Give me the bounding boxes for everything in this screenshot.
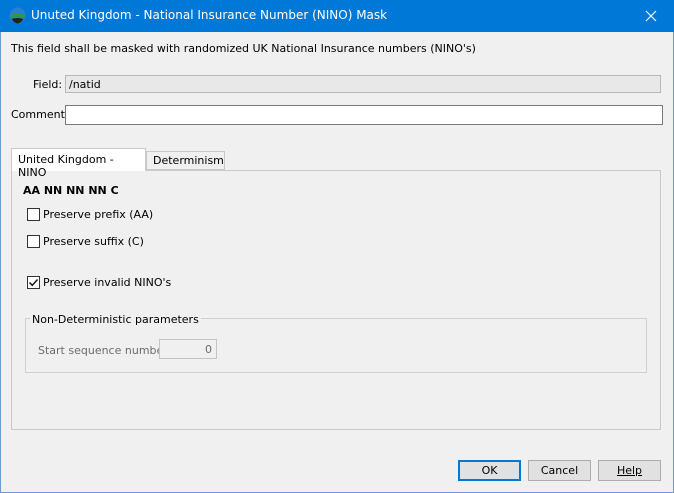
mask-description: This field shall be masked with randomiz… [11,42,476,55]
ok-button[interactable]: OK [458,460,521,481]
window-title: Unuted Kingdom - National Insurance Numb… [31,8,388,22]
title-bar: Unuted Kingdom - National Insurance Numb… [0,0,674,32]
window-border-left [0,32,1,493]
comment-label: Comment: [11,108,69,121]
cancel-button[interactable]: Cancel [528,460,591,481]
preserve-prefix-checkbox[interactable]: Preserve prefix (AA) [27,208,153,221]
checkbox-box [27,276,40,289]
close-button[interactable] [628,0,674,32]
field-value: /natid [65,75,661,93]
group-title: Non-Deterministic parameters [30,313,201,326]
preserve-invalid-checkbox[interactable]: Preserve invalid NINO's [27,276,171,289]
help-button[interactable]: Help [598,460,661,481]
globe-icon [9,7,26,24]
tab-determinism[interactable]: Determinism [146,151,225,170]
field-label: Field: [33,78,63,91]
comment-input[interactable] [65,105,663,125]
close-icon [645,10,657,22]
help-label: Help [616,464,643,477]
check-icon [29,279,39,287]
checkbox-box [27,235,40,248]
preserve-suffix-label: Preserve suffix (C) [43,235,144,248]
checkbox-box [27,208,40,221]
tab-united-kingdom-nino[interactable]: United Kingdom - NINO [11,148,146,179]
preserve-invalid-label: Preserve invalid NINO's [43,276,172,289]
preserve-suffix-checkbox[interactable]: Preserve suffix (C) [27,235,144,248]
preserve-prefix-label: Preserve prefix (AA) [43,208,154,221]
nino-format: AA NN NN NN C [23,184,119,197]
start-sequence-input[interactable]: 0 [159,339,217,359]
start-sequence-label: Start sequence number: [38,344,172,357]
